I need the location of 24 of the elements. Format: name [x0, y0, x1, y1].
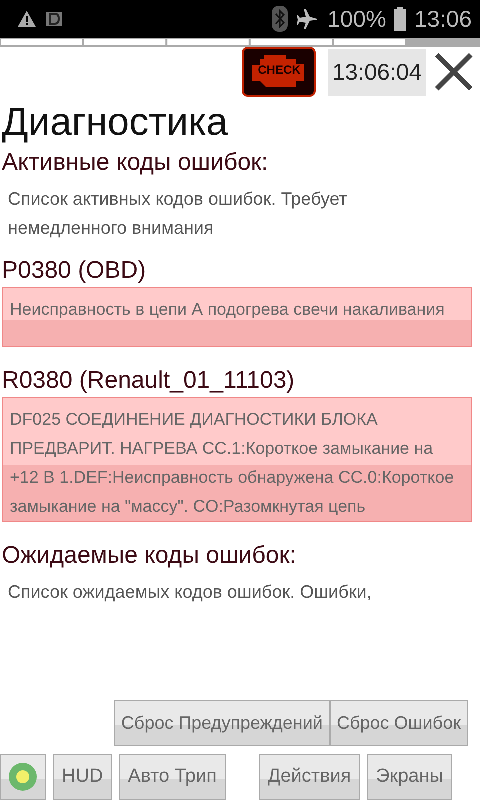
clock-display: 13:06:04: [328, 48, 426, 96]
error-code: P0380 (OBD): [2, 257, 148, 285]
section-description: Список активных кодов ошибок. Требует немедленного внимания: [8, 188, 348, 240]
section-description: Список ожидаемых кодов ошибок. Ошибки,: [8, 581, 373, 604]
page-title: Диагностика: [2, 101, 230, 145]
battery-icon: [394, 7, 406, 31]
warning-icon: [17, 10, 37, 28]
toolbar-button[interactable]: Авто Трип: [119, 754, 226, 800]
toolbar-button[interactable]: HUD: [53, 754, 112, 800]
reset-button[interactable]: Сброс Ошибок: [330, 700, 468, 746]
bluetooth-icon: [272, 6, 288, 32]
status-dot-icon: [8, 762, 38, 792]
section-heading: Активные коды ошибок:: [2, 149, 270, 177]
check-engine-button[interactable]: CHECK: [242, 47, 316, 97]
airplane-icon: [296, 7, 320, 31]
reset-button[interactable]: Сброс Предупреждений: [114, 700, 330, 746]
section-heading: Ожидаемые коды ошибок:: [2, 542, 298, 570]
toolbar-button[interactable]: Действия: [258, 754, 360, 800]
battery-percent: 100%: [328, 6, 386, 32]
error-message: Неисправность в цепи А подогрева свечи накаливания: [2, 287, 472, 347]
status-time: 13:06: [414, 6, 472, 32]
error-message: DF025 СОЕДИНЕНИЕ ДИАГНОСТИКИ БЛОКА ПРЕДВАРИТ. НАГРЕВА CC.1:Короткое замыкание на +12 В 1.DEF:Неисправность обнаружена CC.0:Короткое замыкание на "массу". CO:Разомкнутая цепь: [2, 397, 472, 522]
error-code: R0380 (Renault_01_11103): [2, 367, 296, 395]
toolbar-button[interactable]: Экраны: [367, 754, 452, 800]
